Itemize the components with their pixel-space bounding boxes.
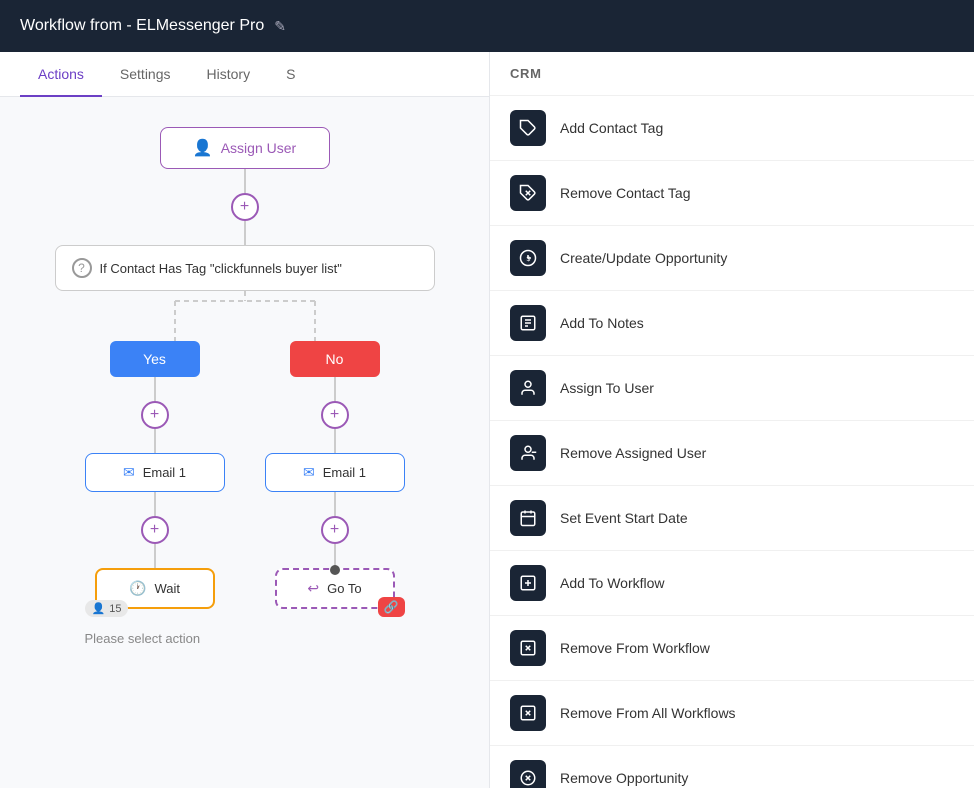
yes-button[interactable]: Yes [110,341,200,377]
add-btn-yes[interactable]: + [141,401,169,429]
action-icon-create-update-opportunity: $ [510,240,546,276]
action-item-remove-contact-tag[interactable]: Remove Contact Tag [490,161,974,226]
goto-dot-top [330,565,340,575]
yes-connector-3 [154,492,156,516]
action-icon-set-event-start-date [510,500,546,536]
action-item-add-to-notes[interactable]: Add To Notes [490,291,974,356]
goto-label: Go To [327,581,361,596]
action-item-assign-to-user[interactable]: Assign To User [490,356,974,421]
main-layout: Actions Settings History S 👤 Assign User… [0,52,974,788]
action-item-add-to-workflow[interactable]: Add To Workflow [490,551,974,616]
email-label-left: Email 1 [143,465,186,480]
yes-connector-4 [154,544,156,568]
edit-icon[interactable]: ✎ [274,18,286,35]
action-icon-remove-opportunity [510,760,546,788]
clock-icon: 🕐 [129,580,146,597]
assign-user-label: Assign User [221,140,296,156]
action-item-set-event-start-date[interactable]: Set Event Start Date [490,486,974,551]
action-label-add-contact-tag: Add Contact Tag [560,120,663,136]
assign-user-node[interactable]: 👤 Assign User [160,127,330,169]
no-button[interactable]: No [290,341,380,377]
tab-extra[interactable]: S [268,52,313,96]
tab-history[interactable]: History [189,52,269,96]
action-icon-add-to-notes [510,305,546,341]
email-node-left[interactable]: ✉ Email 1 [85,453,225,492]
workflow-nodes: 👤 Assign User + ? If Contact Has Tag "cl… [20,117,469,646]
email-label-right: Email 1 [323,465,366,480]
action-icon-add-to-workflow [510,565,546,601]
wait-node[interactable]: 🕐 Wait 👤 15 [95,568,215,609]
connector-2 [244,221,246,245]
action-icon-remove-assigned-user [510,435,546,471]
question-icon: ? [72,258,92,278]
no-connector-3 [334,492,336,516]
action-icon-remove-from-workflow [510,630,546,666]
condition-label: If Contact Has Tag "clickfunnels buyer l… [100,261,342,276]
app-header: Workflow from - ELMessenger Pro ✎ [0,0,974,52]
action-label-remove-assigned-user: Remove Assigned User [560,445,706,461]
add-btn-1[interactable]: + [231,193,259,221]
user-count: 15 [109,603,121,615]
action-label-assign-to-user: Assign To User [560,380,654,396]
action-label-add-to-notes: Add To Notes [560,315,644,331]
email-icon-right: ✉ [303,464,315,481]
no-branch: No + ✉ Email 1 + ↩ [265,341,405,609]
workflow-title: Workflow from - ELMessenger Pro [20,17,264,35]
yes-connector-1 [154,377,156,401]
no-connector-2 [334,429,336,453]
left-panel: Actions Settings History S 👤 Assign User… [0,52,490,788]
action-label-remove-contact-tag: Remove Contact Tag [560,185,690,201]
assign-user-icon: 👤 [193,138,213,158]
user-badge: 👤 15 [85,600,129,617]
action-item-add-contact-tag[interactable]: Add Contact Tag [490,96,974,161]
user-icon: 👤 [92,602,106,615]
action-label-set-event-start-date: Set Event Start Date [560,510,688,526]
action-icon-add-contact-tag [510,110,546,146]
action-label-remove-from-workflow: Remove From Workflow [560,640,710,656]
action-list: Add Contact Tag Remove Contact Tag $ Create… [490,96,974,788]
action-label-add-to-workflow: Add To Workflow [560,575,665,591]
tabs-bar: Actions Settings History S [0,52,489,97]
action-icon-remove-contact-tag [510,175,546,211]
svg-text:$: $ [527,256,531,263]
action-item-remove-from-all-workflows[interactable]: Remove From All Workflows [490,681,974,746]
action-item-remove-opportunity[interactable]: Remove Opportunity [490,746,974,788]
action-item-remove-from-workflow[interactable]: Remove From Workflow [490,616,974,681]
right-panel: CRM Add Contact Tag Remove Contact Tag $ Cr… [490,52,974,788]
email-icon-left: ✉ [123,464,135,481]
branch-row: Yes + ✉ Email 1 + 🕐 Wait [20,341,469,646]
crm-header: CRM [490,52,974,96]
condition-node[interactable]: ? If Contact Has Tag "clickfunnels buyer… [55,245,435,291]
workflow-canvas: 👤 Assign User + ? If Contact Has Tag "cl… [0,97,489,788]
yes-branch: Yes + ✉ Email 1 + 🕐 Wait [85,341,225,646]
goto-node[interactable]: ↩ Go To 🔗 [275,568,395,609]
action-item-remove-assigned-user[interactable]: Remove Assigned User [490,421,974,486]
connector-1 [244,169,246,193]
add-btn-yes-2[interactable]: + [141,516,169,544]
action-icon-remove-from-all-workflows [510,695,546,731]
action-icon-assign-to-user [510,370,546,406]
no-connector-1 [334,377,336,401]
add-btn-no[interactable]: + [321,401,349,429]
add-btn-no-2[interactable]: + [321,516,349,544]
action-label-remove-from-all-workflows: Remove From All Workflows [560,705,736,721]
tab-settings[interactable]: Settings [102,52,189,96]
branch-svg [95,291,395,341]
action-item-create-update-opportunity[interactable]: $ Create/Update Opportunity [490,226,974,291]
tab-actions[interactable]: Actions [20,52,102,96]
please-select-label: Please select action [85,631,225,646]
link-icon-badge: 🔗 [378,597,405,617]
action-label-create-update-opportunity: Create/Update Opportunity [560,250,727,266]
wait-label: Wait [154,581,180,596]
yes-connector-2 [154,429,156,453]
goto-icon: ↩ [307,580,319,597]
action-label-remove-opportunity: Remove Opportunity [560,770,688,786]
email-node-right[interactable]: ✉ Email 1 [265,453,405,492]
